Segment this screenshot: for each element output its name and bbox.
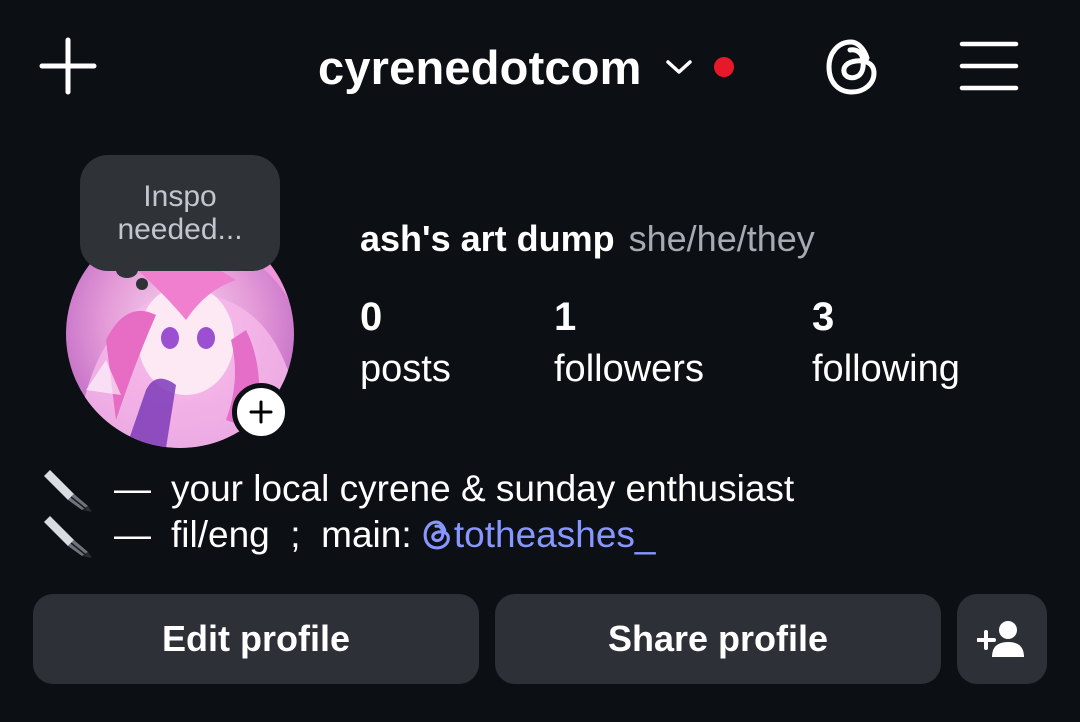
add-story-button[interactable] (232, 383, 290, 441)
note-text-line1: Inspo (143, 180, 217, 213)
plus-icon (249, 400, 273, 424)
note-bubble-tail-dot (136, 278, 148, 290)
fountain-pen-icon (44, 516, 92, 558)
stat-posts[interactable]: 0 posts (360, 294, 451, 394)
stat-followers[interactable]: 1 followers (554, 294, 704, 394)
share-profile-button[interactable]: Share profile (495, 594, 941, 684)
mention-username: totheashes_ (453, 514, 656, 555)
bio-dash: — (114, 514, 151, 555)
new-post-button[interactable] (34, 32, 102, 100)
bio-text: your local cyrene & sunday enthusiast (171, 468, 795, 509)
following-count: 3 (812, 295, 835, 339)
posts-label: posts (360, 348, 451, 390)
followers-label: followers (554, 348, 704, 390)
bio-line: — fil/eng ; main: totheashes_ (44, 512, 656, 558)
hamburger-menu-icon (959, 41, 1019, 91)
threads-button[interactable] (822, 36, 882, 98)
bio-dash: — (114, 468, 151, 509)
display-name: ash's art dump (360, 218, 615, 259)
account-switcher[interactable]: cyrenedotcom (318, 36, 734, 98)
threads-icon (826, 39, 877, 95)
pronouns: she/he/they (628, 218, 815, 259)
profile-username: cyrenedotcom (318, 40, 642, 94)
following-label: following (812, 348, 960, 390)
notification-dot (713, 57, 734, 77)
menu-button[interactable] (958, 38, 1020, 94)
posts-count: 0 (360, 295, 383, 339)
followers-count: 1 (554, 295, 577, 339)
note-text-line2: needed... (117, 213, 243, 246)
add-person-icon (977, 621, 1024, 657)
top-bar: cyrenedotcom (0, 0, 1080, 134)
mention-link[interactable]: totheashes_ (422, 514, 656, 556)
note-bubble[interactable]: Inspo needed... (80, 155, 280, 271)
fountain-pen-icon (44, 470, 92, 512)
bio-line: — your local cyrene & sunday enthusiast (44, 466, 794, 512)
plus-icon (39, 37, 97, 95)
stat-following[interactable]: 3 following (812, 294, 960, 394)
threads-icon (423, 520, 450, 550)
bio-text: fil/eng ; main: (171, 514, 422, 555)
display-name-row: ash's art dump she/he/they (360, 218, 815, 260)
edit-profile-button[interactable]: Edit profile (33, 594, 479, 684)
chevron-down-icon (664, 52, 694, 82)
add-user-button[interactable] (957, 594, 1047, 684)
